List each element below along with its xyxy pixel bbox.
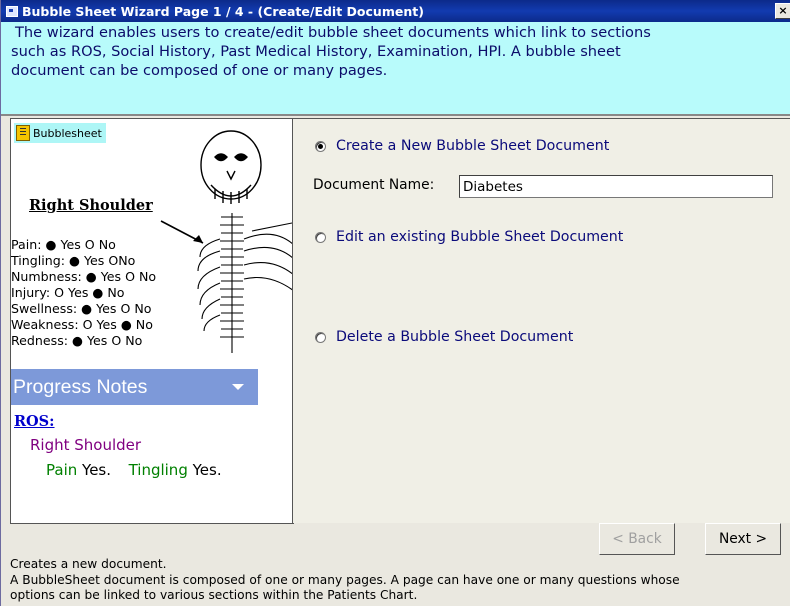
preview-heading: Right Shoulder <box>29 197 153 214</box>
create-option[interactable]: Create a New Bubble Sheet Document <box>315 138 609 154</box>
wizard-description-banner: The wizard enables users to create/edit … <box>1 22 790 116</box>
banner-line-3: document can be composed of one or many … <box>11 62 388 79</box>
delete-option-label: Delete a Bubble Sheet Document <box>336 329 574 345</box>
ros-tingling-value: Yes. <box>192 461 222 479</box>
close-button[interactable]: × <box>775 3 790 19</box>
ros-pain-label: Pain <box>46 461 78 479</box>
symptom-row: Redness: ● Yes O No <box>11 333 143 348</box>
bubblesheet-chip-label: Bubblesheet <box>33 126 102 140</box>
wizard-window: Bubble Sheet Wizard Page 1 / 4 - (Create… <box>0 0 790 606</box>
document-name-label: Document Name: <box>313 177 435 193</box>
ros-tingling-label: Tingling <box>128 461 188 479</box>
help-line-2: A BubbleSheet document is composed of on… <box>10 572 680 587</box>
ros-link: ROS: <box>14 413 55 430</box>
ros-pain-value: Yes. <box>82 461 112 479</box>
title-bar: Bubble Sheet Wizard Page 1 / 4 - (Create… <box>1 0 790 22</box>
window-icon <box>6 5 18 17</box>
pointer-arrow-icon <box>160 220 204 244</box>
create-option-label: Create a New Bubble Sheet Document <box>336 138 610 154</box>
bubblesheet-chip: Bubblesheet <box>14 123 106 143</box>
symptom-row: Weakness: O Yes ● No <box>11 317 153 332</box>
banner-line-1: The wizard enables users to create/edit … <box>15 24 651 41</box>
options-pane: Create a New Bubble Sheet Document Docum… <box>293 118 790 523</box>
delete-radio[interactable] <box>315 331 326 343</box>
chevron-down-icon <box>232 384 244 390</box>
document-name-input[interactable] <box>459 175 773 198</box>
bubblesheet-icon <box>16 125 30 141</box>
symptom-row: Tingling: ● Yes ONo <box>11 253 136 268</box>
create-radio[interactable] <box>315 140 326 152</box>
symptom-row: Numbness: ● Yes O No <box>11 269 157 284</box>
delete-option[interactable]: Delete a Bubble Sheet Document <box>315 329 573 345</box>
progress-notes-bar: Progress Notes <box>11 369 258 405</box>
back-button[interactable]: < Back <box>599 523 675 555</box>
bubblesheet-preview-pane: Bubblesheet Right Shoulder Pain: ● Yes O… <box>10 118 294 524</box>
edit-option[interactable]: Edit an existing Bubble Sheet Document <box>315 229 623 245</box>
window-title: Bubble Sheet Wizard Page 1 / 4 - (Create… <box>22 3 424 19</box>
progress-notes-title: Progress Notes <box>13 376 148 398</box>
ros-findings-line: Pain Yes. Tingling Yes. <box>46 461 222 479</box>
symptom-row: Pain: ● Yes O No <box>11 237 116 252</box>
symptom-row: Injury: O Yes ● No <box>11 285 125 300</box>
edit-option-label: Edit an existing Bubble Sheet Document <box>336 229 624 245</box>
edit-radio[interactable] <box>315 231 326 243</box>
symptom-row: Swellness: ● Yes O No <box>11 301 152 316</box>
help-line-1: Creates a new document. <box>10 557 167 571</box>
next-button[interactable]: Next > <box>705 523 781 555</box>
ros-section-name: Right Shoulder <box>30 436 142 454</box>
help-text: Creates a new document. A BubbleSheet do… <box>10 557 790 604</box>
help-line-3: options can be linked to various section… <box>10 588 418 602</box>
banner-line-2: such as ROS, Social History, Past Medica… <box>11 43 621 60</box>
symptom-list: Pain: ● Yes O No Tingling: ● Yes ONo Num… <box>11 237 156 349</box>
